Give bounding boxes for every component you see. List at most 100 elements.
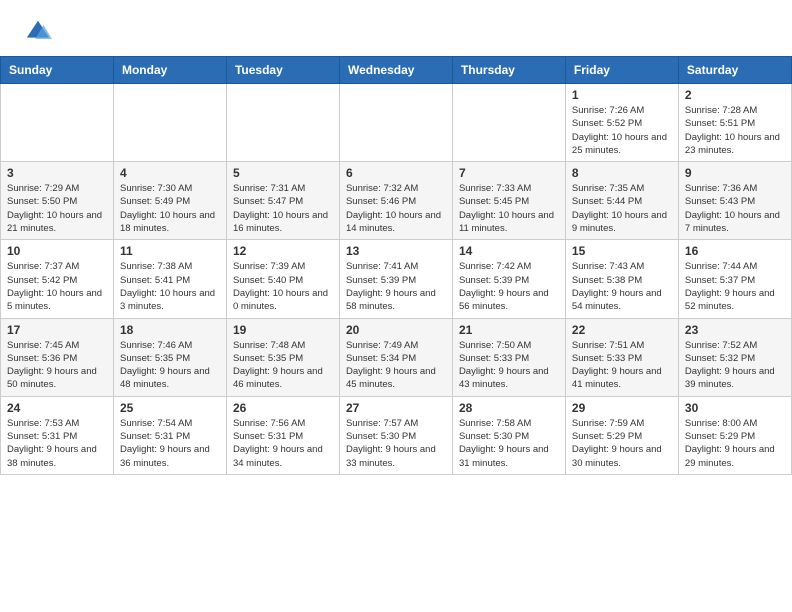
day-number: 24 xyxy=(7,401,107,415)
day-info: Sunrise: 7:57 AM Sunset: 5:30 PM Dayligh… xyxy=(346,417,446,470)
calendar-cell: 7Sunrise: 7:33 AM Sunset: 5:45 PM Daylig… xyxy=(452,162,565,240)
calendar-cell: 13 Sunrise: 7:41 AM Sunset: 5:39 PM Dayli… xyxy=(339,240,452,318)
calendar-cell xyxy=(226,84,339,162)
day-number: 7 xyxy=(459,166,559,180)
day-number: 29 xyxy=(572,401,672,415)
day-number: 9 xyxy=(685,166,785,180)
day-info: Sunrise: 7:31 AM Sunset: 5:47 PM Dayligh… xyxy=(233,182,333,235)
day-number: 23 xyxy=(685,323,785,337)
day-number: 12 xyxy=(233,244,333,258)
calendar-cell: 8 Sunrise: 7:35 AM Sunset: 5:44 PM Daylig… xyxy=(565,162,678,240)
calendar-cell: 28 Sunrise: 7:58 AM Sunset: 5:30 PM Dayli… xyxy=(452,396,565,474)
calendar-cell: 2Sunrise: 7:28 AM Sunset: 5:51 PM Daylig… xyxy=(678,84,791,162)
day-number: 25 xyxy=(120,401,220,415)
day-number: 30 xyxy=(685,401,785,415)
calendar-week-3: 17 Sunrise: 7:45 AM Sunset: 5:36 PM Dayli… xyxy=(1,318,792,396)
logo xyxy=(24,18,56,46)
column-header-friday: Friday xyxy=(565,57,678,84)
day-number: 21 xyxy=(459,323,559,337)
day-info: Sunrise: 7:54 AM Sunset: 5:31 PM Dayligh… xyxy=(120,417,220,470)
calendar-cell: 21 Sunrise: 7:50 AM Sunset: 5:33 PM Dayli… xyxy=(452,318,565,396)
day-number: 5 xyxy=(233,166,333,180)
calendar-cell: 22Sunrise: 7:51 AM Sunset: 5:33 PM Dayli… xyxy=(565,318,678,396)
day-info: Sunrise: 7:36 AM Sunset: 5:43 PM Dayligh… xyxy=(685,182,785,235)
day-info: Sunrise: 7:51 AM Sunset: 5:33 PM Dayligh… xyxy=(572,339,672,392)
calendar-cell xyxy=(339,84,452,162)
day-number: 15 xyxy=(572,244,672,258)
day-number: 20 xyxy=(346,323,446,337)
day-info: Sunrise: 7:45 AM Sunset: 5:36 PM Dayligh… xyxy=(7,339,107,392)
day-number: 1 xyxy=(572,88,672,102)
calendar-cell: 3 Sunrise: 7:29 AM Sunset: 5:50 PM Daylig… xyxy=(1,162,114,240)
day-number: 3 xyxy=(7,166,107,180)
calendar-cell: 6 Sunrise: 7:32 AM Sunset: 5:46 PM Daylig… xyxy=(339,162,452,240)
day-info: Sunrise: 7:44 AM Sunset: 5:37 PM Dayligh… xyxy=(685,260,785,313)
column-header-wednesday: Wednesday xyxy=(339,57,452,84)
day-info: Sunrise: 8:00 AM Sunset: 5:29 PM Dayligh… xyxy=(685,417,785,470)
day-number: 26 xyxy=(233,401,333,415)
calendar-cell: 12 Sunrise: 7:39 AM Sunset: 5:40 PM Dayli… xyxy=(226,240,339,318)
day-info: Sunrise: 7:50 AM Sunset: 5:33 PM Dayligh… xyxy=(459,339,559,392)
calendar-cell: 16Sunrise: 7:44 AM Sunset: 5:37 PM Dayli… xyxy=(678,240,791,318)
calendar-cell: 18 Sunrise: 7:46 AM Sunset: 5:35 PM Dayli… xyxy=(113,318,226,396)
day-number: 13 xyxy=(346,244,446,258)
day-info: Sunrise: 7:39 AM Sunset: 5:40 PM Dayligh… xyxy=(233,260,333,313)
calendar-cell: 4 Sunrise: 7:30 AM Sunset: 5:49 PM Daylig… xyxy=(113,162,226,240)
day-number: 27 xyxy=(346,401,446,415)
day-info: Sunrise: 7:32 AM Sunset: 5:46 PM Dayligh… xyxy=(346,182,446,235)
day-number: 17 xyxy=(7,323,107,337)
calendar-week-1: 3 Sunrise: 7:29 AM Sunset: 5:50 PM Daylig… xyxy=(1,162,792,240)
calendar-cell xyxy=(452,84,565,162)
calendar-cell: 17 Sunrise: 7:45 AM Sunset: 5:36 PM Dayli… xyxy=(1,318,114,396)
day-info: Sunrise: 7:38 AM Sunset: 5:41 PM Dayligh… xyxy=(120,260,220,313)
calendar-cell: 27 Sunrise: 7:57 AM Sunset: 5:30 PM Dayli… xyxy=(339,396,452,474)
day-number: 19 xyxy=(233,323,333,337)
day-info: Sunrise: 7:30 AM Sunset: 5:49 PM Dayligh… xyxy=(120,182,220,235)
day-number: 2 xyxy=(685,88,785,102)
day-info: Sunrise: 7:53 AM Sunset: 5:31 PM Dayligh… xyxy=(7,417,107,470)
column-header-thursday: Thursday xyxy=(452,57,565,84)
calendar-cell xyxy=(113,84,226,162)
calendar-cell: 26 Sunrise: 7:56 AM Sunset: 5:31 PM Dayli… xyxy=(226,396,339,474)
column-header-sunday: Sunday xyxy=(1,57,114,84)
calendar-cell: 14 Sunrise: 7:42 AM Sunset: 5:39 PM Dayli… xyxy=(452,240,565,318)
page-header xyxy=(0,0,792,56)
day-number: 4 xyxy=(120,166,220,180)
day-info: Sunrise: 7:59 AM Sunset: 5:29 PM Dayligh… xyxy=(572,417,672,470)
day-info: Sunrise: 7:26 AM Sunset: 5:52 PM Dayligh… xyxy=(572,104,672,157)
day-number: 8 xyxy=(572,166,672,180)
calendar-cell: 5 Sunrise: 7:31 AM Sunset: 5:47 PM Daylig… xyxy=(226,162,339,240)
day-info: Sunrise: 7:42 AM Sunset: 5:39 PM Dayligh… xyxy=(459,260,559,313)
day-info: Sunrise: 7:29 AM Sunset: 5:50 PM Dayligh… xyxy=(7,182,107,235)
day-info: Sunrise: 7:56 AM Sunset: 5:31 PM Dayligh… xyxy=(233,417,333,470)
calendar-week-4: 24 Sunrise: 7:53 AM Sunset: 5:31 PM Dayli… xyxy=(1,396,792,474)
day-info: Sunrise: 7:58 AM Sunset: 5:30 PM Dayligh… xyxy=(459,417,559,470)
calendar-week-0: 1 Sunrise: 7:26 AM Sunset: 5:52 PM Daylig… xyxy=(1,84,792,162)
calendar-table: SundayMondayTuesdayWednesdayThursdayFrid… xyxy=(0,56,792,475)
calendar-cell: 25 Sunrise: 7:54 AM Sunset: 5:31 PM Dayli… xyxy=(113,396,226,474)
calendar-cell: 19 Sunrise: 7:48 AM Sunset: 5:35 PM Dayli… xyxy=(226,318,339,396)
day-number: 11 xyxy=(120,244,220,258)
day-info: Sunrise: 7:43 AM Sunset: 5:38 PM Dayligh… xyxy=(572,260,672,313)
day-number: 14 xyxy=(459,244,559,258)
day-number: 10 xyxy=(7,244,107,258)
calendar-cell: 11 Sunrise: 7:38 AM Sunset: 5:41 PM Dayli… xyxy=(113,240,226,318)
day-number: 6 xyxy=(346,166,446,180)
calendar-week-2: 10Sunrise: 7:37 AM Sunset: 5:42 PM Dayli… xyxy=(1,240,792,318)
day-info: Sunrise: 7:35 AM Sunset: 5:44 PM Dayligh… xyxy=(572,182,672,235)
day-number: 28 xyxy=(459,401,559,415)
calendar-cell: 15 Sunrise: 7:43 AM Sunset: 5:38 PM Dayli… xyxy=(565,240,678,318)
calendar-cell xyxy=(1,84,114,162)
day-info: Sunrise: 7:46 AM Sunset: 5:35 PM Dayligh… xyxy=(120,339,220,392)
day-info: Sunrise: 7:48 AM Sunset: 5:35 PM Dayligh… xyxy=(233,339,333,392)
day-number: 18 xyxy=(120,323,220,337)
calendar-cell: 30 Sunrise: 8:00 AM Sunset: 5:29 PM Dayli… xyxy=(678,396,791,474)
day-info: Sunrise: 7:41 AM Sunset: 5:39 PM Dayligh… xyxy=(346,260,446,313)
day-info: Sunrise: 7:49 AM Sunset: 5:34 PM Dayligh… xyxy=(346,339,446,392)
column-header-tuesday: Tuesday xyxy=(226,57,339,84)
day-info: Sunrise: 7:52 AM Sunset: 5:32 PM Dayligh… xyxy=(685,339,785,392)
calendar-cell: 24 Sunrise: 7:53 AM Sunset: 5:31 PM Dayli… xyxy=(1,396,114,474)
column-header-saturday: Saturday xyxy=(678,57,791,84)
calendar-cell: 9 Sunrise: 7:36 AM Sunset: 5:43 PM Daylig… xyxy=(678,162,791,240)
calendar-cell: 10Sunrise: 7:37 AM Sunset: 5:42 PM Dayli… xyxy=(1,240,114,318)
